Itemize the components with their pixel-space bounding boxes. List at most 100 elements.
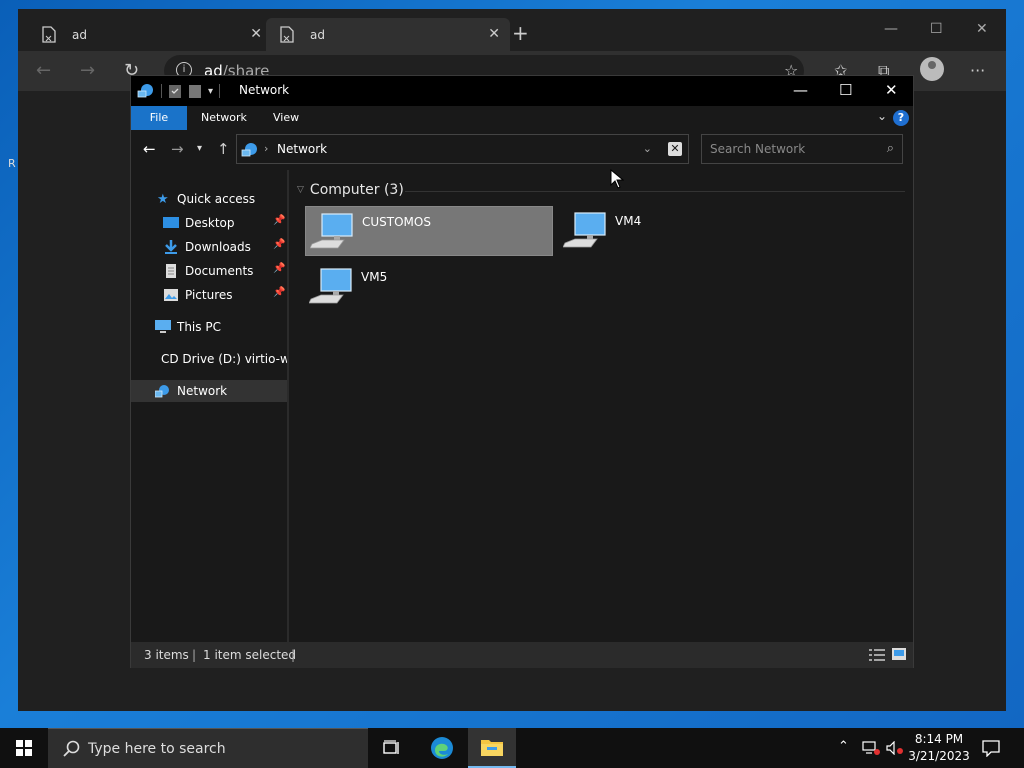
recent-locations-icon[interactable]: ▾ [197,143,202,154]
pin-icon[interactable]: 📌 [273,215,285,226]
sidebar-item-downloads[interactable]: Downloads 📌 [131,236,287,258]
collapse-group-icon[interactable]: ▽ [297,185,304,195]
sidebar-item-documents[interactable]: Documents 📌 [131,260,287,282]
edge-browser-button[interactable] [418,728,466,768]
sidebar-item-pictures[interactable]: Pictures 📌 [131,284,287,306]
taskbar-search-box[interactable]: Type here to search [48,728,368,768]
file-explorer-button[interactable] [468,728,516,768]
up-arrow-icon[interactable]: ↑ [217,140,230,158]
sidebar-item-this-pc[interactable]: This PC [131,316,287,338]
browser-tab-1[interactable]: ad ✕ [28,18,272,51]
ribbon-tab-file[interactable]: File [131,106,187,130]
ribbon-tab-view[interactable]: View [265,106,307,130]
expand-ribbon-icon[interactable]: ⌄ [877,109,887,123]
browser-minimize-icon[interactable]: — [884,21,898,37]
network-globe-icon [155,385,169,398]
status-divider: | [291,648,296,662]
pictures-icon [164,289,178,301]
folder-icon [481,740,503,756]
download-icon [165,240,177,254]
pin-icon[interactable]: 📌 [273,287,285,298]
sidebar-item-cd-drive[interactable]: CD Drive (D:) virtio-w [131,348,287,370]
sidebar-item-desktop[interactable]: Desktop 📌 [131,212,287,234]
computer-name: VM5 [361,270,388,284]
path-dropdown-icon[interactable]: ⌄ [643,142,652,155]
sidebar-item-network[interactable]: Network [131,380,287,402]
show-hidden-icons-icon[interactable]: ⌃ [838,739,849,754]
customize-toolbar-icon[interactable]: ▾ [208,86,213,97]
start-button[interactable] [0,728,48,768]
browser-close-icon[interactable]: ✕ [976,21,988,37]
pin-icon[interactable]: 📌 [273,239,285,250]
computer-icon [155,320,171,333]
computer-name: VM4 [615,214,642,228]
details-view-icon[interactable] [869,648,885,662]
explorer-maximize-icon[interactable]: ☐ [839,81,852,99]
sidebar-label-network: Network [177,384,228,398]
group-header-computer[interactable]: ▽ Computer (3) [297,182,404,198]
toolbar-divider [219,84,221,98]
edge-icon [431,737,453,759]
help-icon[interactable]: ? [893,110,909,126]
sidebar-item-quick-access[interactable]: ★ Quick access [131,188,287,210]
desktop-icon [163,217,179,228]
file-explorer-window: ▾ Network — ☐ ✕ File Network View ⌄ ? ← … [130,75,914,668]
ribbon-tab-network[interactable]: Network [193,106,255,130]
status-divider: | [192,648,197,662]
network-status-icon[interactable] [862,741,880,755]
forward-arrow-icon[interactable]: → [171,140,184,158]
computer-tile-vm4[interactable]: VM4 [559,206,807,256]
pin-icon[interactable]: 📌 [273,263,285,274]
taskbar-search-placeholder: Type here to search [88,741,226,757]
status-bar: 3 items | 1 item selected | [131,642,913,668]
browser-tab-2[interactable]: ad ✕ [266,18,510,51]
volume-muted-icon[interactable] [886,741,904,755]
notifications-icon[interactable] [982,740,1000,757]
sidebar-label-downloads: Downloads [185,240,251,254]
clock-date[interactable]: 3/21/2023 [904,749,974,763]
ribbon-tabs: File Network View ⌄ ? [131,106,913,130]
large-icons-view-icon[interactable] [891,647,907,661]
group-divider [405,191,905,192]
status-selected-count: 1 item selected [203,648,297,662]
clock-time[interactable]: 8:14 PM [904,732,974,746]
computer-tile-customos[interactable]: CUSTOMOS [305,206,553,256]
navigation-pane: ★ Quick access Desktop 📌 Downloads 📌 Doc… [131,184,287,642]
explorer-title-bar: ▾ Network — ☐ ✕ [131,76,913,106]
address-path-box[interactable]: › Network ⌄ ✕ [236,134,689,164]
sidebar-label-desktop: Desktop [185,216,235,230]
star-icon: ★ [157,192,169,207]
explorer-close-icon[interactable]: ✕ [885,81,898,99]
computer-icon [309,268,352,304]
forward-arrow-icon[interactable]: → [80,60,95,81]
sidebar-label-quick-access: Quick access [177,192,256,206]
close-tab-1-icon[interactable]: ✕ [250,26,262,42]
explorer-minimize-icon[interactable]: — [793,81,808,99]
task-view-button[interactable] [368,728,416,768]
back-arrow-icon[interactable]: ← [143,140,156,158]
browser-maximize-icon[interactable]: ☐ [930,21,943,37]
taskbar: Type here to search ⌃ 8:14 PM 3/21/2023 [0,728,1024,768]
breadcrumb-network[interactable]: Network [277,142,327,156]
properties-icon[interactable] [168,83,182,99]
computer-tile-vm5[interactable]: VM5 [305,262,553,312]
close-tab-2-icon[interactable]: ✕ [488,26,500,42]
search-icon[interactable]: ⌕ [887,141,894,156]
group-label: Computer (3) [309,182,404,198]
windows-logo-icon [16,740,32,756]
profile-avatar[interactable] [920,57,944,81]
search-network-input[interactable]: Search Network ⌕ [701,134,903,164]
desktop-edge-label: R [8,157,16,170]
sidebar-label-pictures: Pictures [185,288,233,302]
new-tab-icon[interactable]: + [512,21,529,45]
quick-access-toolbar: ▾ [137,82,221,100]
search-icon [63,740,80,757]
clear-path-icon[interactable]: ✕ [668,142,682,156]
toolbar-divider [161,84,162,98]
more-menu-icon[interactable]: ··· [970,61,985,80]
back-arrow-icon[interactable]: ← [36,60,51,81]
explorer-nav-bar: ← → ▾ ↑ › Network ⌄ ✕ Search Network ⌕ [131,130,913,170]
breadcrumb-chevron-icon[interactable]: › [264,142,268,155]
new-folder-icon[interactable] [188,83,202,99]
browser-tab-strip: ad ✕ ad ✕ + — ☐ ✕ [18,9,1006,51]
